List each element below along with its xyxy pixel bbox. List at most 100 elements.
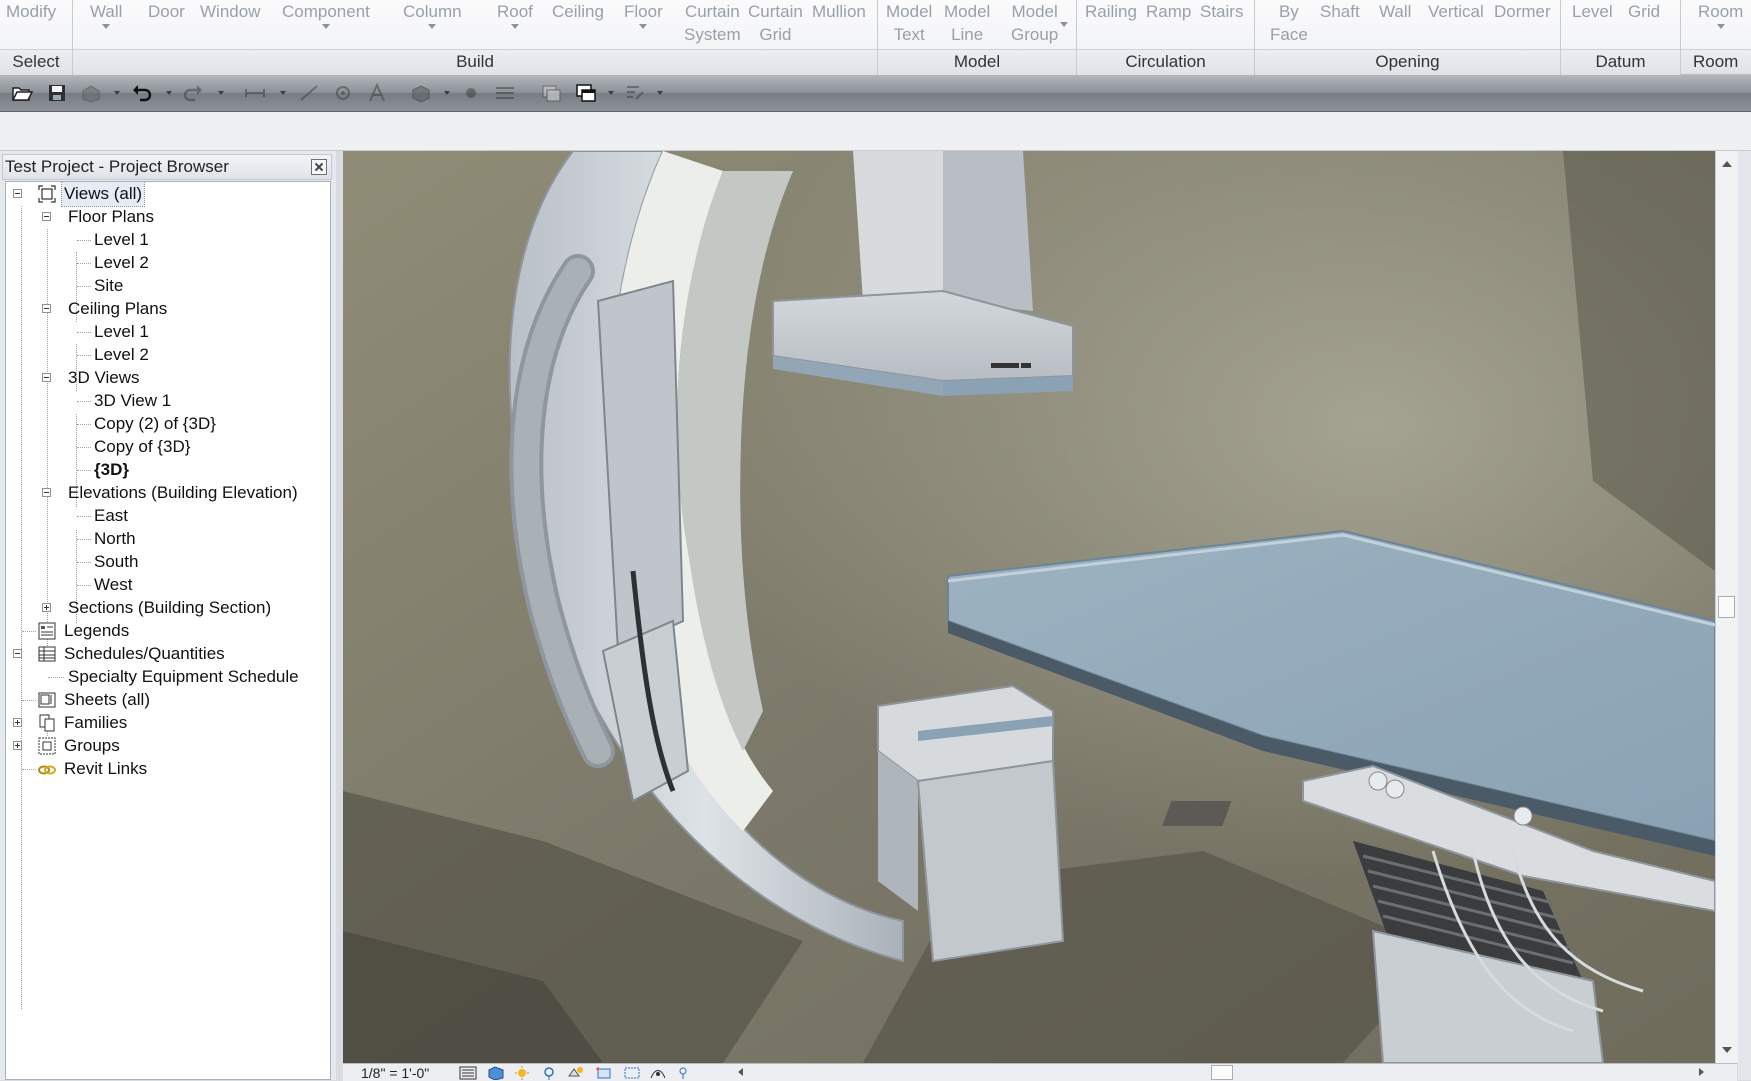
collapse-toggle-icon[interactable]	[42, 373, 51, 382]
collapse-toggle-icon[interactable]	[42, 304, 51, 313]
dormer-button[interactable]: Dormer	[1494, 0, 1551, 46]
close-hidden-windows-icon[interactable]	[540, 83, 562, 103]
tree-item-floor-plan-level-2[interactable]: Level 2	[6, 251, 330, 275]
component-button[interactable]: Component	[282, 0, 370, 46]
tree-item-elevation-west[interactable]: West	[6, 573, 330, 597]
collapse-toggle-icon[interactable]	[42, 212, 51, 221]
tree-item-3d-view-1[interactable]: 3D View 1	[6, 389, 330, 413]
modify-tools-icon[interactable]	[624, 83, 646, 103]
tree-item-default-3d[interactable]: {3D}	[6, 458, 330, 482]
wall-button[interactable]: Wall	[90, 0, 122, 46]
crop-view-icon[interactable]	[595, 1066, 613, 1080]
show-crop-region-icon[interactable]	[623, 1066, 641, 1080]
tree-item-3d-views[interactable]: 3D Views	[6, 366, 330, 390]
grid-button[interactable]: Grid	[1628, 0, 1660, 46]
window-button[interactable]: Window	[200, 0, 260, 46]
tree-item-elevations[interactable]: Elevations (Building Elevation)	[6, 481, 330, 505]
opening-wall-button[interactable]: Wall	[1379, 0, 1411, 46]
opening-by-face-button[interactable]: By Face	[1270, 0, 1308, 46]
detail-level-icon[interactable]	[459, 1066, 477, 1080]
vertical-button[interactable]: Vertical	[1428, 0, 1484, 46]
model-line-button[interactable]: Model Line	[944, 0, 990, 46]
tree-item-elevation-south[interactable]: South	[6, 550, 330, 574]
door-button[interactable]: Door	[148, 0, 185, 46]
tree-item-floor-plan-site[interactable]: Site	[6, 274, 330, 298]
tree-item-elevation-north[interactable]: North	[6, 527, 330, 551]
collapse-toggle-icon[interactable]	[13, 189, 22, 198]
visual-style-icon[interactable]	[487, 1066, 505, 1080]
tree-item-specialty-equipment-schedule[interactable]: Specialty Equipment Schedule	[6, 665, 330, 689]
tree-item-legends[interactable]: Legends	[6, 619, 330, 643]
scroll-down-arrow-icon[interactable]	[1722, 1047, 1732, 1053]
scroll-right-arrow-icon[interactable]	[1699, 1068, 1704, 1076]
expand-toggle-icon[interactable]	[13, 718, 22, 727]
rendered-3d-scene[interactable]	[343, 151, 1715, 1063]
room-button[interactable]: Room	[1698, 0, 1743, 46]
railing-button[interactable]: Railing	[1085, 0, 1137, 46]
text-icon[interactable]	[366, 83, 388, 103]
curtain-grid-button[interactable]: Curtain Grid	[748, 0, 803, 46]
aligned-dimension-icon[interactable]	[298, 83, 320, 103]
model-group-button[interactable]: Model Group	[1011, 0, 1069, 46]
horizontal-scroll-thumb[interactable]	[1211, 1065, 1233, 1080]
section-icon[interactable]	[460, 83, 482, 103]
undo-icon[interactable]	[131, 83, 153, 103]
viewport-vertical-scrollbar[interactable]	[1715, 151, 1738, 1063]
tree-item-families[interactable]: Families	[6, 711, 330, 735]
tree-item-floor-plan-level-1[interactable]: Level 1	[6, 228, 330, 252]
tree-item-revit-links[interactable]: Revit Links	[6, 757, 330, 781]
view-scale[interactable]: 1/8" = 1'-0"	[361, 1065, 429, 1081]
ceiling-button[interactable]: Ceiling	[552, 0, 604, 46]
temporary-hide-icon[interactable]	[649, 1066, 667, 1080]
3d-view-dropdown-icon[interactable]	[444, 91, 450, 95]
redo-icon[interactable]	[182, 83, 204, 103]
tree-item-elevation-east[interactable]: East	[6, 504, 330, 528]
measure-dropdown-icon[interactable]	[280, 91, 286, 95]
tree-item-sheets[interactable]: Sheets (all)	[6, 688, 330, 712]
column-button[interactable]: Column	[403, 0, 462, 46]
measure-icon[interactable]	[244, 83, 266, 103]
scroll-thumb[interactable]	[1718, 596, 1735, 618]
project-browser-tree[interactable]: Views (all) Floor Plans Level 1 Level 2 …	[5, 181, 331, 1080]
select-group-label[interactable]: Select	[0, 49, 72, 75]
floor-button[interactable]: Floor	[624, 0, 663, 46]
tree-item-sections[interactable]: Sections (Building Section)	[6, 596, 330, 620]
expand-toggle-icon[interactable]	[42, 603, 51, 612]
collapse-toggle-icon[interactable]	[42, 488, 51, 497]
undo-dropdown-icon[interactable]	[166, 91, 172, 95]
sync-dropdown-icon[interactable]	[114, 91, 120, 95]
scroll-up-arrow-icon[interactable]	[1722, 161, 1732, 167]
redo-dropdown-icon[interactable]	[218, 91, 224, 95]
reveal-hidden-icon[interactable]	[677, 1066, 695, 1080]
thin-lines-icon[interactable]	[494, 83, 516, 103]
tree-item-copy-of-3d[interactable]: Copy of {3D}	[6, 435, 330, 459]
stairs-button[interactable]: Stairs	[1200, 0, 1243, 46]
tree-item-ceiling-plan-level-2[interactable]: Level 2	[6, 343, 330, 367]
shadows-icon[interactable]	[541, 1066, 559, 1080]
switch-windows-dropdown-icon[interactable]	[608, 91, 614, 95]
tree-item-copy-2-of-3d[interactable]: Copy (2) of {3D}	[6, 412, 330, 436]
expand-toggle-icon[interactable]	[13, 741, 22, 750]
tag-icon[interactable]	[332, 83, 354, 103]
collapse-toggle-icon[interactable]	[13, 649, 22, 658]
mullion-button[interactable]: Mullion	[812, 0, 866, 46]
roof-button[interactable]: Roof	[497, 0, 533, 46]
default-3d-view-icon[interactable]	[410, 83, 432, 103]
tree-item-ceiling-plan-level-1[interactable]: Level 1	[6, 320, 330, 344]
save-icon[interactable]	[46, 83, 68, 103]
shaft-button[interactable]: Shaft	[1320, 0, 1360, 46]
model-text-button[interactable]: Model Text	[886, 0, 932, 46]
qat-customize-icon[interactable]	[657, 91, 663, 95]
sun-path-icon[interactable]	[513, 1066, 531, 1080]
open-icon[interactable]	[11, 83, 33, 103]
level-button[interactable]: Level	[1572, 0, 1613, 46]
sync-central-icon[interactable]	[80, 83, 102, 103]
tree-item-groups[interactable]: Groups	[6, 734, 330, 758]
tree-item-ceiling-plans[interactable]: Ceiling Plans	[6, 297, 330, 321]
scroll-left-arrow-icon[interactable]	[738, 1068, 743, 1076]
3d-viewport[interactable]	[343, 151, 1715, 1063]
tree-item-floor-plans[interactable]: Floor Plans	[6, 205, 330, 229]
rendering-dialog-icon[interactable]	[567, 1066, 585, 1080]
ramp-button[interactable]: Ramp	[1146, 0, 1191, 46]
modify-button[interactable]: Modify	[6, 0, 56, 46]
